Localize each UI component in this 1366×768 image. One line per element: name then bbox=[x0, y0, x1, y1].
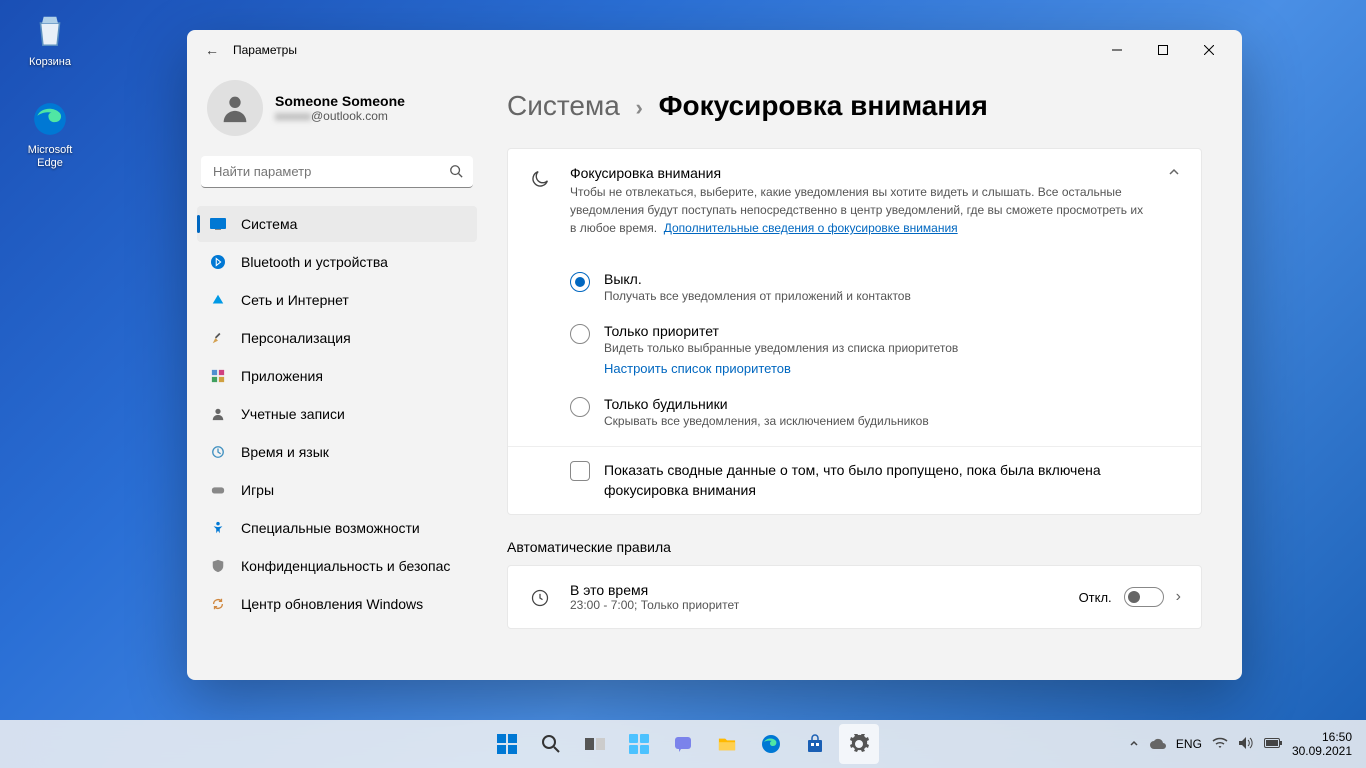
chevron-right-icon[interactable]: › bbox=[1176, 588, 1181, 606]
chevron-right-icon: › bbox=[636, 95, 643, 120]
time-rule-toggle[interactable] bbox=[1124, 587, 1164, 607]
customize-priority-link[interactable]: Настроить список приоритетов bbox=[604, 361, 958, 376]
nav-network[interactable]: Сеть и Интернет bbox=[197, 282, 477, 318]
start-button[interactable] bbox=[487, 724, 527, 764]
toggle-state: Откл. bbox=[1079, 590, 1112, 605]
taskbar: ENG 16:50 30.09.2021 bbox=[0, 720, 1366, 768]
summary-checkbox-row[interactable]: Показать сводные данные о том, что было … bbox=[508, 446, 1201, 514]
explorer-button[interactable] bbox=[707, 724, 747, 764]
account-email: xxxxxx@outlook.com bbox=[275, 109, 405, 123]
recycle-bin-icon bbox=[29, 10, 71, 52]
breadcrumb: Система › Фокусировка внимания bbox=[507, 70, 1202, 148]
search-button[interactable] bbox=[531, 724, 571, 764]
shield-icon bbox=[209, 557, 227, 575]
content-area: Система › Фокусировка внимания Фокусиров… bbox=[487, 70, 1242, 680]
gamepad-icon bbox=[209, 481, 227, 499]
sidebar: Someone Someone xxxxxx@outlook.com Систе… bbox=[187, 70, 487, 680]
settings-button[interactable] bbox=[839, 724, 879, 764]
nav-privacy[interactable]: Конфиденциальность и безопасность bbox=[197, 548, 477, 584]
apps-icon bbox=[209, 367, 227, 385]
nav-system[interactable]: Система bbox=[197, 206, 477, 242]
update-icon bbox=[209, 595, 227, 613]
volume-icon[interactable] bbox=[1238, 736, 1254, 753]
collapse-button[interactable] bbox=[1167, 165, 1181, 184]
tray-chevron-icon[interactable] bbox=[1128, 737, 1140, 752]
nav-time[interactable]: Время и язык bbox=[197, 434, 477, 470]
edge-button[interactable] bbox=[751, 724, 791, 764]
account-name: Someone Someone bbox=[275, 93, 405, 109]
search-input[interactable] bbox=[201, 156, 473, 188]
minimize-button[interactable] bbox=[1094, 35, 1140, 65]
close-button[interactable] bbox=[1186, 35, 1232, 65]
search-icon bbox=[449, 164, 463, 181]
store-button[interactable] bbox=[795, 724, 835, 764]
desktop-icon-label: Microsoft Edge bbox=[14, 144, 86, 170]
nav-accounts[interactable]: Учетные записи bbox=[197, 396, 477, 432]
radio-off[interactable]: Выкл. Получать все уведомления от прилож… bbox=[570, 261, 1181, 313]
window-title: Параметры bbox=[233, 43, 297, 57]
focus-desc: Чтобы не отвлекаться, выберите, какие ув… bbox=[570, 183, 1149, 237]
settings-window: ← Параметры Someone Someone xxxxxx@outlo… bbox=[187, 30, 1242, 680]
checkbox[interactable] bbox=[570, 461, 590, 481]
system-icon bbox=[209, 215, 227, 233]
radio-priority[interactable]: Только приоритет Видеть только выбранные… bbox=[570, 313, 1181, 386]
back-button[interactable]: ← bbox=[197, 35, 227, 65]
breadcrumb-parent[interactable]: Система bbox=[507, 90, 620, 121]
battery-icon[interactable] bbox=[1264, 737, 1282, 751]
radio-button[interactable] bbox=[570, 324, 590, 344]
chat-button[interactable] bbox=[663, 724, 703, 764]
edge-icon bbox=[29, 98, 71, 140]
focus-more-link[interactable]: Дополнительные сведения о фокусировке вн… bbox=[664, 221, 958, 235]
bluetooth-icon bbox=[209, 253, 227, 271]
tray-datetime[interactable]: 16:50 30.09.2021 bbox=[1292, 730, 1352, 759]
moon-icon bbox=[528, 167, 552, 191]
breadcrumb-current: Фокусировка внимания bbox=[659, 90, 988, 121]
time-icon bbox=[209, 443, 227, 461]
language-indicator[interactable]: ENG bbox=[1176, 737, 1202, 751]
nav-list: Система Bluetooth и устройства Сеть и Ин… bbox=[197, 204, 477, 624]
search-box[interactable] bbox=[201, 156, 473, 188]
desktop-icon-edge[interactable]: Microsoft Edge bbox=[14, 98, 86, 170]
account-block[interactable]: Someone Someone xxxxxx@outlook.com bbox=[197, 70, 477, 156]
task-view-button[interactable] bbox=[575, 724, 615, 764]
account-icon bbox=[209, 405, 227, 423]
avatar bbox=[207, 80, 263, 136]
auto-rules-title: Автоматические правила bbox=[507, 519, 1202, 565]
nav-accessibility[interactable]: Специальные возможности bbox=[197, 510, 477, 546]
radio-button[interactable] bbox=[570, 272, 590, 292]
nav-gaming[interactable]: Игры bbox=[197, 472, 477, 508]
accessibility-icon bbox=[209, 519, 227, 537]
brush-icon bbox=[209, 329, 227, 347]
desktop-icon-recycle[interactable]: Корзина bbox=[14, 10, 86, 69]
widgets-button[interactable] bbox=[619, 724, 659, 764]
nav-personalization[interactable]: Персонализация bbox=[197, 320, 477, 356]
nav-bluetooth[interactable]: Bluetooth и устройства bbox=[197, 244, 477, 280]
time-rule-card[interactable]: В это время 23:00 - 7:00; Только приорит… bbox=[507, 565, 1202, 629]
desktop-icon-label: Корзина bbox=[14, 56, 86, 69]
radio-alarms[interactable]: Только будильники Скрывать все уведомлен… bbox=[570, 386, 1181, 438]
nav-apps[interactable]: Приложения bbox=[197, 358, 477, 394]
nav-update[interactable]: Центр обновления Windows bbox=[197, 586, 477, 622]
focus-title: Фокусировка внимания bbox=[570, 165, 1149, 181]
focus-assist-card: Фокусировка внимания Чтобы не отвлекатьс… bbox=[507, 148, 1202, 515]
titlebar: ← Параметры bbox=[187, 30, 1242, 70]
maximize-button[interactable] bbox=[1140, 35, 1186, 65]
clock-icon bbox=[528, 586, 552, 610]
network-icon bbox=[209, 291, 227, 309]
onedrive-icon[interactable] bbox=[1150, 737, 1166, 752]
radio-button[interactable] bbox=[570, 397, 590, 417]
wifi-icon[interactable] bbox=[1212, 737, 1228, 752]
